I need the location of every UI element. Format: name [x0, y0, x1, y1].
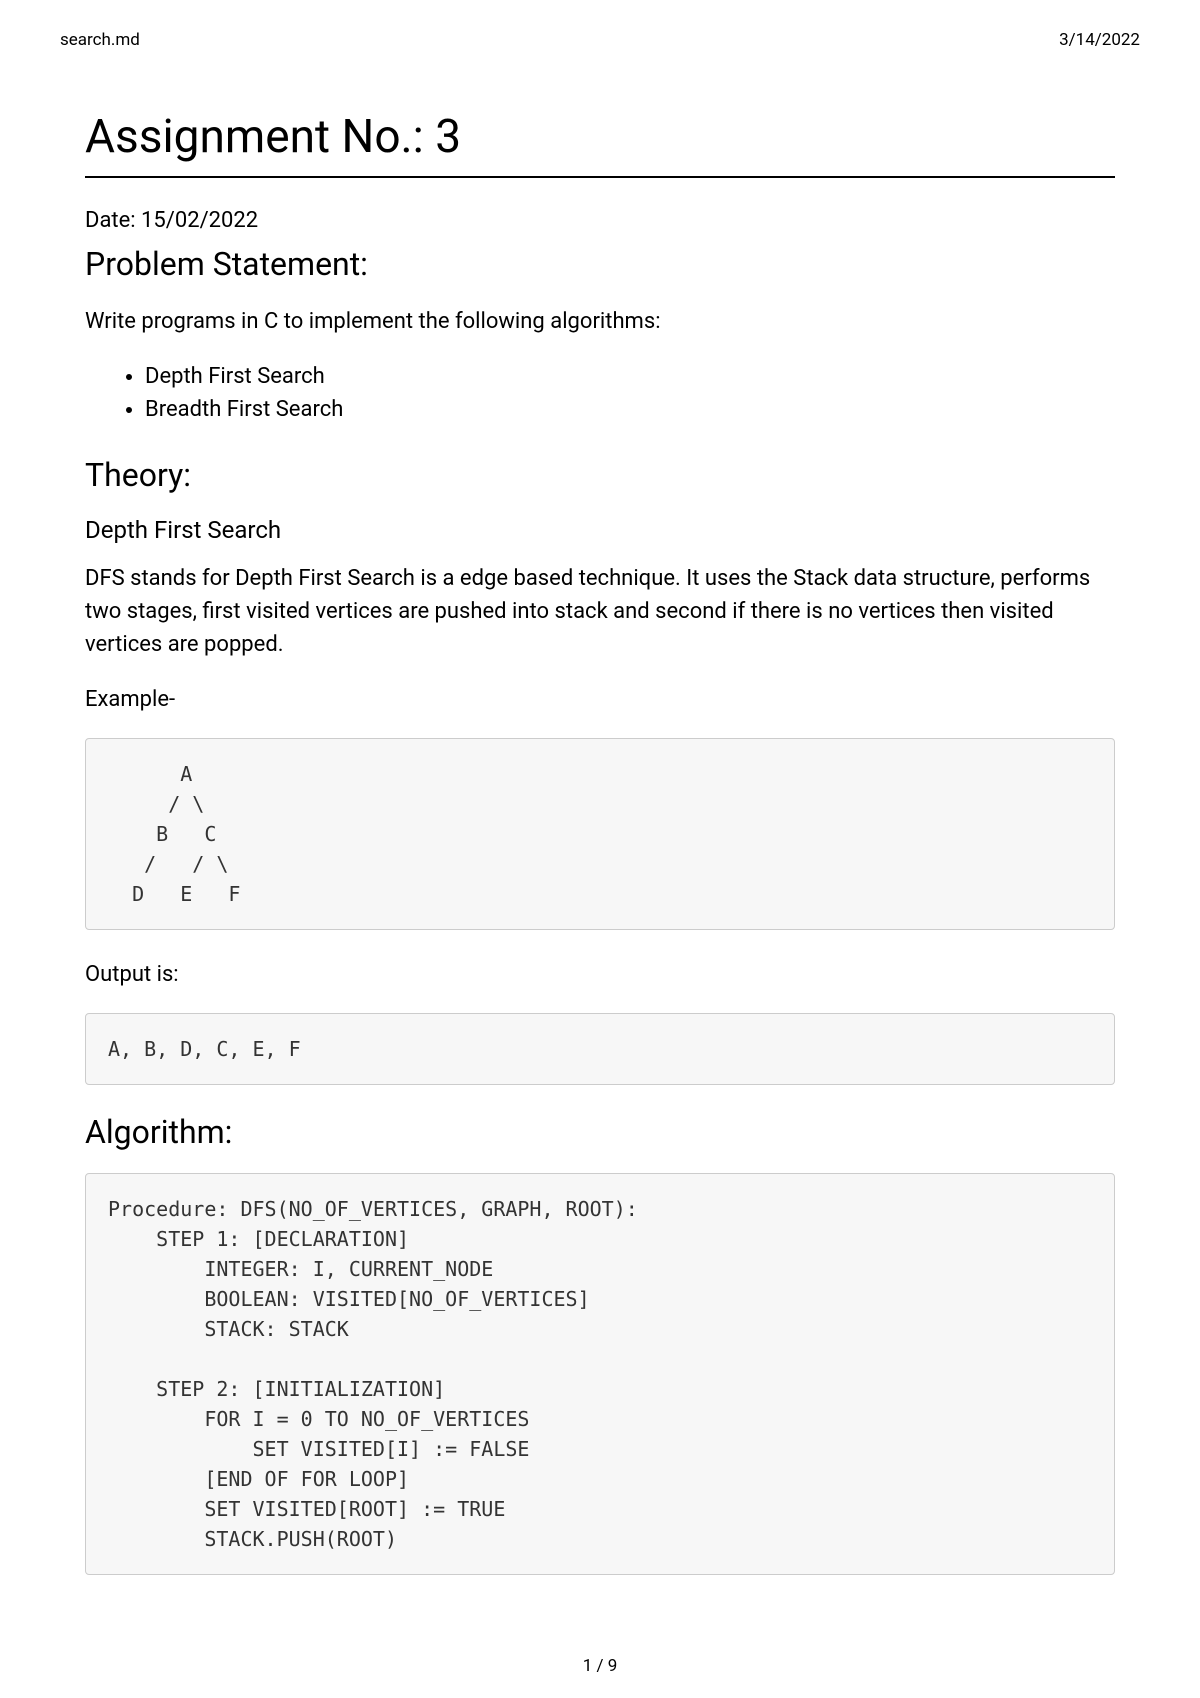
tree-diagram-code: A / \ B C / / \ D E F [85, 738, 1115, 930]
algorithm-code: Procedure: DFS(NO_OF_VERTICES, GRAPH, RO… [85, 1173, 1115, 1575]
problem-intro: Write programs in C to implement the fol… [85, 305, 1115, 338]
output-label: Output is: [85, 958, 1115, 991]
example-label: Example- [85, 683, 1115, 716]
section-algorithm: Algorithm: [85, 1113, 1115, 1151]
dfs-description: DFS stands for Depth First Search is a e… [85, 562, 1115, 661]
page-indicator: 1 / 9 [583, 1656, 618, 1676]
header-date: 3/14/2022 [1059, 30, 1140, 50]
section-theory: Theory: [85, 456, 1115, 494]
header-filename: search.md [60, 30, 140, 50]
page-header: search.md 3/14/2022 [0, 0, 1200, 50]
output-code: A, B, D, C, E, F [85, 1013, 1115, 1085]
page-title: Assignment No.: 3 [85, 110, 1115, 178]
section-problem-statement: Problem Statement: [85, 245, 1115, 283]
list-item: Depth First Search [145, 360, 1115, 393]
algorithms-list: Depth First Search Breadth First Search [145, 360, 1115, 426]
date-line: Date: 15/02/2022 [85, 208, 1115, 233]
list-item: Breadth First Search [145, 393, 1115, 426]
page-footer: 1 / 9 [0, 1656, 1200, 1676]
dfs-heading: Depth First Search [85, 516, 1115, 544]
document-content: Assignment No.: 3 Date: 15/02/2022 Probl… [0, 50, 1200, 1575]
